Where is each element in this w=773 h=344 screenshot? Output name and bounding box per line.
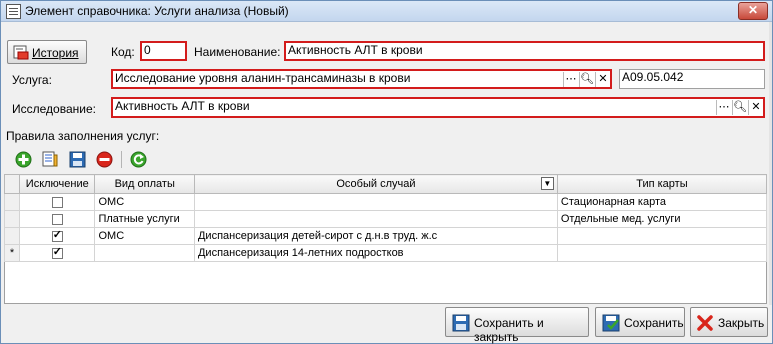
close-label: Закрыть bbox=[718, 316, 765, 330]
add-icon[interactable] bbox=[15, 151, 32, 168]
study-label: Исследование: bbox=[12, 102, 96, 116]
table-row[interactable]: ОМС Стационарная карта bbox=[3, 193, 768, 211]
exclusion-checkbox[interactable] bbox=[51, 228, 63, 242]
row-marker bbox=[3, 193, 21, 211]
history-icon bbox=[13, 45, 29, 60]
table-row[interactable]: Платные услуги Отдельные мед. услуги bbox=[3, 210, 768, 228]
column-header-special-case[interactable]: Особый случай ▼ bbox=[193, 174, 558, 194]
exclusion-checkbox[interactable] bbox=[51, 213, 63, 225]
exclusion-cell[interactable] bbox=[19, 244, 96, 262]
card-type-cell[interactable] bbox=[556, 244, 768, 262]
code-label: Код: bbox=[111, 45, 135, 59]
save-icon[interactable] bbox=[69, 151, 86, 168]
special-case-cell[interactable] bbox=[193, 193, 558, 211]
rules-header-row: Исключение Вид оплаты Особый случай ▼ Ти… bbox=[3, 174, 768, 194]
history-label: История bbox=[32, 46, 79, 60]
special-case-cell[interactable]: Диспансеризация 14-летних подростков bbox=[193, 244, 558, 262]
row-marker bbox=[3, 227, 21, 245]
save-close-label: Сохранить и закрыть bbox=[474, 316, 544, 344]
service-value: Исследование уровня аланин-трансаминазы … bbox=[115, 71, 411, 85]
ellipsis-icon[interactable]: ⋯ bbox=[563, 72, 578, 87]
rules-section-label: Правила заполнения услуг: bbox=[6, 129, 160, 143]
row-marker: * bbox=[3, 244, 21, 262]
delete-icon[interactable] bbox=[96, 151, 113, 168]
payment-cell[interactable]: ОМС bbox=[94, 193, 195, 211]
study-field[interactable]: Активность АЛТ в крови ⋯ 🔍︎ ✕ bbox=[111, 97, 765, 118]
row-header-corner bbox=[3, 174, 21, 194]
column-header-exclusion[interactable]: Исключение bbox=[19, 174, 96, 194]
name-field[interactable]: Активность АЛТ в крови bbox=[284, 41, 765, 61]
search-icon[interactable]: 🔍︎ bbox=[732, 100, 747, 115]
save-close-icon bbox=[452, 314, 470, 332]
code-field[interactable]: 0 bbox=[140, 41, 187, 61]
column-header-card-type[interactable]: Тип карты bbox=[556, 174, 768, 194]
ellipsis-icon[interactable]: ⋯ bbox=[716, 100, 731, 115]
save-check-icon bbox=[602, 314, 620, 332]
table-row[interactable]: * Диспансеризация 14-летних подростков bbox=[3, 244, 768, 262]
rules-table: Исключение Вид оплаты Особый случай ▼ Ти… bbox=[3, 174, 768, 262]
exclusion-cell[interactable] bbox=[19, 227, 96, 245]
filter-dropdown-icon[interactable]: ▼ bbox=[540, 177, 554, 190]
row-marker bbox=[3, 210, 21, 228]
payment-cell[interactable] bbox=[94, 244, 195, 262]
payment-cell[interactable]: ОМС bbox=[94, 227, 195, 245]
card-type-cell[interactable] bbox=[556, 227, 768, 245]
special-case-cell[interactable]: Диспансеризация детей-сирот с д.н.в труд… bbox=[193, 227, 558, 245]
title-bar[interactable]: Элемент справочника: Услуги анализа (Нов… bbox=[1, 1, 772, 22]
exclusion-checkbox[interactable] bbox=[51, 245, 63, 259]
toolbar-divider bbox=[121, 151, 122, 168]
refresh-icon[interactable] bbox=[130, 151, 147, 168]
card-type-cell[interactable]: Стационарная карта bbox=[556, 193, 768, 211]
special-case-cell[interactable] bbox=[193, 210, 558, 228]
close-button[interactable]: Закрыть bbox=[690, 307, 768, 337]
exclusion-cell[interactable] bbox=[19, 210, 96, 228]
exclusion-cell[interactable] bbox=[19, 193, 96, 211]
save-button[interactable]: Сохранить bbox=[595, 307, 685, 337]
study-value: Активность АЛТ в крови bbox=[115, 99, 250, 113]
window-title: Элемент справочника: Услуги анализа (Нов… bbox=[25, 4, 289, 18]
dialog-window: Элемент справочника: Услуги анализа (Нов… bbox=[0, 0, 773, 344]
payment-cell[interactable]: Платные услуги bbox=[94, 210, 195, 228]
table-icon bbox=[6, 4, 21, 19]
history-button[interactable]: История bbox=[7, 40, 87, 64]
name-label: Наименование: bbox=[194, 45, 281, 59]
edit-icon[interactable] bbox=[42, 151, 59, 168]
table-row[interactable]: ОМС Диспансеризация детей-сирот с д.н.в … bbox=[3, 227, 768, 245]
vertical-scrollbar[interactable] bbox=[769, 22, 772, 305]
window-close-button[interactable]: ✕ bbox=[738, 2, 768, 20]
exclusion-checkbox[interactable] bbox=[51, 196, 63, 208]
close-x-icon bbox=[697, 315, 713, 331]
card-type-cell[interactable]: Отдельные мед. услуги bbox=[556, 210, 768, 228]
clear-icon[interactable]: ✕ bbox=[748, 100, 763, 115]
search-icon[interactable]: 🔍︎ bbox=[579, 72, 594, 87]
service-label: Услуга: bbox=[12, 73, 52, 87]
save-close-button[interactable]: Сохранить и закрыть bbox=[445, 307, 589, 344]
service-field[interactable]: Исследование уровня аланин-трансаминазы … bbox=[111, 69, 612, 89]
column-header-special-case-label: Особый случай bbox=[336, 178, 416, 190]
column-header-payment[interactable]: Вид оплаты bbox=[94, 174, 195, 194]
service-code-field[interactable]: A09.05.042 bbox=[619, 69, 765, 89]
clear-icon[interactable]: ✕ bbox=[595, 72, 610, 87]
save-label: Сохранить bbox=[624, 316, 684, 330]
